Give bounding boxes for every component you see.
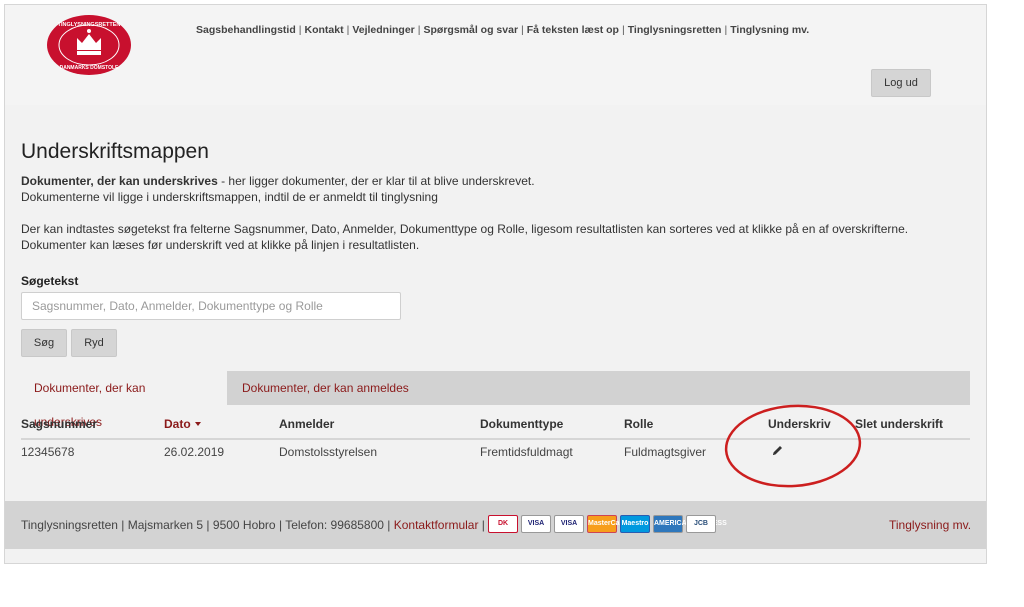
cell-dato: 26.02.2019 bbox=[164, 444, 225, 459]
mastercard-icon: MasterCard bbox=[587, 515, 627, 533]
page-title: Underskriftsmappen bbox=[21, 140, 209, 163]
column-header-dato-label: Dato bbox=[164, 416, 191, 431]
tab-dokumenter-kan-underskrives[interactable]: Dokumenter, der kan underskrives bbox=[21, 371, 227, 429]
nav-sagsbehandlingstid[interactable]: Sagsbehandlingstid bbox=[196, 24, 296, 36]
jcb-icon: JCB bbox=[686, 515, 716, 533]
visa-electron-icon: VISA bbox=[554, 515, 584, 533]
logo-bottom-text: DANMARKS DOMSTOLE bbox=[60, 65, 119, 71]
intro-text: Dokumenter, der kan underskrives - her l… bbox=[21, 173, 961, 253]
browser-frame: TINGLYSNINGSRETTEN DANMARKS DOMSTOLE Sag… bbox=[4, 4, 987, 564]
column-header-rolle[interactable]: Rolle bbox=[624, 409, 768, 440]
cell-underskriv bbox=[768, 439, 855, 463]
column-header-underskriv: Underskriv bbox=[768, 409, 855, 440]
logout-button[interactable]: Log ud bbox=[871, 69, 931, 97]
logo-top-text: TINGLYSNINGSRETTEN bbox=[58, 22, 121, 28]
main-content: Underskriftsmappen Dokumenter, der kan u… bbox=[5, 105, 986, 501]
intro-line-4: Dokumenter kan læses før underskrift ved… bbox=[21, 238, 420, 252]
footer-contact-link[interactable]: Kontaktformular bbox=[394, 518, 479, 532]
documents-table: Sagsnummer Dato Anmelder Dokumenttype Ro… bbox=[21, 409, 970, 463]
header: TINGLYSNINGSRETTEN DANMARKS DOMSTOLE Sag… bbox=[5, 5, 986, 105]
tab-dokumenter-kan-anmeldes[interactable]: Dokumenter, der kan anmeldes bbox=[229, 371, 422, 405]
footer-city: 9500 Hobro bbox=[212, 518, 276, 532]
intro-line-3: Der kan indtastes søgetekst fra felterne… bbox=[21, 222, 909, 236]
cell-rolle: Fuldmagtsgiver bbox=[624, 444, 707, 459]
cell-dokumenttype: Fremtidsfuldmagt bbox=[480, 444, 573, 459]
footer-org: Tinglysningsretten bbox=[21, 518, 118, 532]
amex-icon: AMERICAN EXPRESS bbox=[653, 515, 727, 533]
nav-tinglysning-mv[interactable]: Tinglysning mv. bbox=[730, 24, 809, 36]
column-header-slet-underskrift: Slet underskrift bbox=[855, 409, 970, 440]
table-header-row: Sagsnummer Dato Anmelder Dokumenttype Ro… bbox=[21, 409, 970, 440]
intro-line-2: Dokumenterne vil ligge i underskriftsmap… bbox=[21, 190, 438, 204]
search-label: Søgetekst bbox=[21, 274, 79, 288]
maestro-icon: Maestro bbox=[620, 515, 650, 533]
cell-sagsnummer: 12345678 bbox=[21, 444, 75, 459]
sort-desc-icon bbox=[194, 422, 201, 427]
dankort-icon: DK bbox=[488, 515, 518, 533]
footer-tinglysning-link[interactable]: Tinglysning mv. bbox=[889, 518, 971, 532]
search-button[interactable]: Søg bbox=[21, 329, 67, 357]
nav-tinglysningsretten[interactable]: Tinglysningsretten bbox=[628, 24, 722, 36]
nav-vejledninger[interactable]: Vejledninger bbox=[352, 24, 414, 36]
nav-faa-teksten-laest-op[interactable]: Få teksten læst op bbox=[527, 24, 619, 36]
footer-phone: Telefon: 99685800 bbox=[285, 518, 384, 532]
top-navigation: Sagsbehandlingstid | Kontakt | Vejledninger |… bbox=[196, 24, 810, 36]
search-input[interactable] bbox=[21, 292, 401, 320]
cell-anmelder: Domstolsstyrelsen bbox=[279, 444, 378, 459]
footer-info: Tinglysningsretten | Majsmarken 5 | 9500… bbox=[21, 518, 485, 532]
intro-bold: Dokumenter, der kan underskrives bbox=[21, 174, 218, 188]
visa-icon: VISA bbox=[521, 515, 551, 533]
column-header-dato[interactable]: Dato bbox=[164, 409, 279, 440]
column-header-dokumenttype[interactable]: Dokumenttype bbox=[480, 409, 624, 440]
pencil-icon[interactable] bbox=[771, 444, 784, 460]
tab-bar: Dokumenter, der kan underskrives Dokumen… bbox=[21, 371, 970, 429]
column-header-sagsnummer[interactable]: Sagsnummer bbox=[21, 409, 164, 440]
clear-button[interactable]: Ryd bbox=[71, 329, 117, 357]
table-row[interactable]: 12345678 26.02.2019 Domstolsstyrelsen Fr… bbox=[21, 439, 970, 463]
nav-kontakt[interactable]: Kontakt bbox=[305, 24, 344, 36]
cell-slet-underskrift bbox=[855, 439, 970, 463]
footer-address: Majsmarken 5 bbox=[127, 518, 204, 532]
tinglysningsretten-logo[interactable]: TINGLYSNINGSRETTEN DANMARKS DOMSTOLE bbox=[46, 14, 132, 76]
payment-cards: DKVISAVISAMasterCardMaestroAMERICAN EXPR… bbox=[488, 515, 727, 535]
column-header-anmelder[interactable]: Anmelder bbox=[279, 409, 480, 440]
footer: Tinglysningsretten | Majsmarken 5 | 9500… bbox=[5, 501, 986, 549]
nav-spoergsmaal-og-svar[interactable]: Spørgsmål og svar bbox=[424, 24, 519, 36]
intro-rest: - her ligger dokumenter, der er klar til… bbox=[217, 174, 535, 188]
